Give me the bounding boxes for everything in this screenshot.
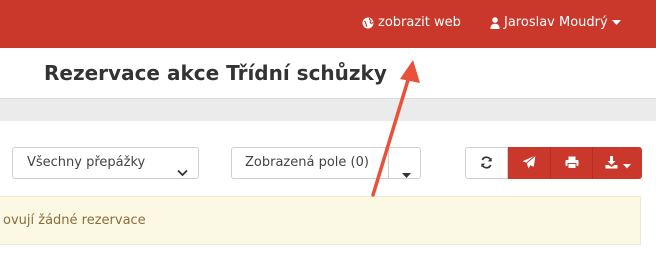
displayed-fields-dropdown[interactable]: Zobrazená pole (0): [231, 147, 421, 179]
caret-down-icon: [622, 154, 631, 173]
print-icon: [565, 154, 579, 173]
displayed-fields-label: Zobrazená pole (0): [245, 155, 369, 170]
refresh-button[interactable]: [465, 147, 508, 179]
send-button[interactable]: [508, 147, 551, 179]
caret-down-icon[interactable]: [402, 161, 411, 191]
no-reservations-alert: ovují žádné rezervace: [0, 196, 641, 245]
user-menu[interactable]: Jaroslav Moudrý: [490, 15, 621, 31]
download-icon: [605, 154, 618, 173]
counter-filter-select[interactable]: Všechny přepážky: [12, 147, 199, 179]
view-website-label: zobrazit web: [378, 15, 461, 30]
caret-down-icon: [611, 20, 621, 26]
print-button[interactable]: [551, 147, 593, 179]
globe-icon: [362, 17, 374, 29]
annotation-arrow-head: [400, 60, 420, 83]
dropdown-separator: [388, 148, 389, 178]
page-title: Rezervace akce Třídní schůzky: [44, 61, 387, 85]
chevron-down-icon: [177, 159, 188, 189]
user-icon: [490, 17, 500, 29]
export-dropdown-button[interactable]: [593, 147, 642, 179]
view-website-link[interactable]: zobrazit web: [362, 15, 461, 31]
section-divider: [0, 98, 656, 121]
refresh-icon: [480, 154, 493, 173]
action-button-group: [465, 147, 642, 179]
paper-plane-icon: [522, 154, 536, 173]
counter-filter-value: Všechny přepážky: [27, 155, 146, 170]
user-name: Jaroslav Moudrý: [504, 15, 608, 30]
top-navbar: zobrazit web Jaroslav Moudrý: [0, 0, 656, 48]
